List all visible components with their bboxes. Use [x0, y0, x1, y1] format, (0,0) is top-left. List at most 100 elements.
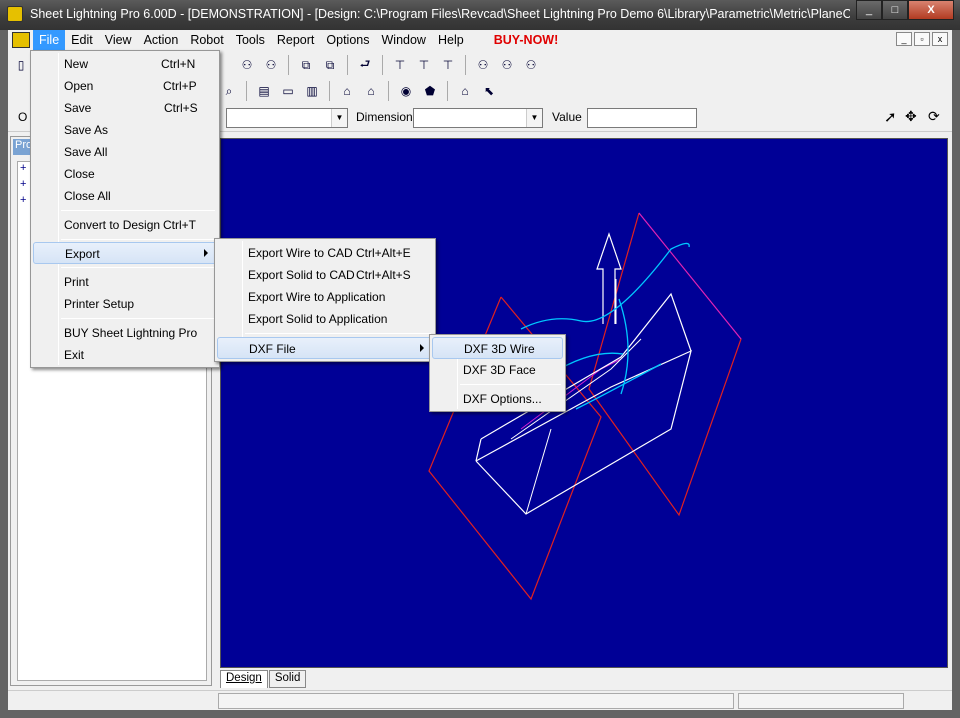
maximize-button[interactable]: □: [882, 0, 908, 20]
up-arrow: [596, 232, 622, 324]
design-canvas[interactable]: [220, 138, 948, 668]
menu-item-label: Export Wire to Application: [248, 290, 386, 304]
view-front-icon[interactable]: ⌂: [336, 80, 358, 102]
paste-icon[interactable]: ⧉: [319, 54, 341, 76]
menu-item-export-wire-cad[interactable]: Export Wire to CAD Ctrl+Alt+E: [217, 242, 433, 264]
menu-help[interactable]: Help: [432, 30, 470, 50]
menu-item-convert[interactable]: Convert to Design Ctrl+T: [33, 214, 217, 236]
rotation-arrow-3: [575, 363, 662, 410]
close-button[interactable]: X: [908, 0, 954, 20]
document-icon[interactable]: [12, 32, 30, 48]
menu-item-export-wire-app[interactable]: Export Wire to Application: [217, 286, 433, 308]
mdi-close-button[interactable]: x: [932, 32, 948, 46]
window-title: Sheet Lightning Pro 6.00D - [DEMONSTRATI…: [30, 7, 850, 21]
dimension-combo[interactable]: ▼: [413, 108, 543, 128]
menu-item-close[interactable]: Close: [33, 163, 217, 185]
menu-edit[interactable]: Edit: [65, 30, 99, 50]
menu-item-export-solid-cad[interactable]: Export Solid to CAD Ctrl+Alt+S: [217, 264, 433, 286]
layers-icon[interactable]: ▤: [253, 80, 275, 102]
toolbar-separator: [388, 81, 389, 101]
title-bar[interactable]: Sheet Lightning Pro 6.00D - [DEMONSTRATI…: [0, 0, 960, 30]
tree3-icon[interactable]: ⊤: [437, 54, 459, 76]
mdi-minimize-button[interactable]: _: [896, 32, 912, 46]
group2-icon[interactable]: ⚇: [260, 54, 282, 76]
menu-item-dxf-3d-wire[interactable]: DXF 3D Wire: [432, 337, 563, 359]
toolbar-separator: [288, 55, 289, 75]
toolbar-view: ⌕ ▤ ▭ ▥ ⌂ ⌂ ◉ ⬟ ⌂ ⬉: [218, 78, 500, 104]
view-top-icon[interactable]: ◉: [395, 80, 417, 102]
menu-item-close-all[interactable]: Close All: [33, 185, 217, 207]
parameter-combo[interactable]: ▼: [226, 108, 348, 128]
menu-item-dxf-3d-face[interactable]: DXF 3D Face: [432, 359, 563, 381]
app-icon[interactable]: [7, 6, 23, 22]
menu-item-save-as[interactable]: Save As: [33, 119, 217, 141]
menu-item-dxf-options[interactable]: DXF Options...: [432, 388, 563, 410]
value-label: Value: [552, 110, 582, 124]
menu-options[interactable]: Options: [320, 30, 375, 50]
menu-item-exit[interactable]: Exit: [33, 344, 217, 366]
menu-view[interactable]: View: [99, 30, 138, 50]
copy-icon[interactable]: ⧉: [295, 54, 317, 76]
mdi-restore-button[interactable]: ▫: [914, 32, 930, 46]
view-iso-icon[interactable]: ⌂: [454, 80, 476, 102]
node2-icon[interactable]: ⚇: [496, 54, 518, 76]
rotate-icon[interactable]: ⟳: [928, 108, 940, 125]
menu-item-printer-setup[interactable]: Printer Setup: [33, 293, 217, 315]
tree2-icon[interactable]: ⊤: [413, 54, 435, 76]
menu-report[interactable]: Report: [271, 30, 321, 50]
tree-icon[interactable]: ⊤: [389, 54, 411, 76]
view-iso2-icon[interactable]: ⬉: [478, 80, 500, 102]
menu-action[interactable]: Action: [138, 30, 185, 50]
chevron-down-icon[interactable]: ▼: [331, 109, 347, 127]
move-icon[interactable]: ✥: [905, 108, 917, 125]
tab-solid[interactable]: Solid: [268, 670, 307, 688]
node-icon[interactable]: ⚇: [472, 54, 494, 76]
menu-item-dxf-file[interactable]: DXF File: [217, 337, 433, 359]
minimize-button[interactable]: _: [856, 0, 882, 20]
chevron-down-icon[interactable]: ▼: [526, 109, 542, 127]
zoom-icon[interactable]: ⌕: [218, 80, 240, 102]
view-bottom-icon[interactable]: ⬟: [419, 80, 441, 102]
menu-item-buy[interactable]: BUY Sheet Lightning Pro: [33, 322, 217, 344]
node3-icon[interactable]: ⚇: [520, 54, 542, 76]
menu-item-print[interactable]: Print: [33, 271, 217, 293]
mdi-buttons: _ ▫ x: [896, 32, 948, 46]
menu-item-label: Open: [64, 79, 94, 93]
menu-window[interactable]: Window: [376, 30, 432, 50]
menu-item-shortcut: Ctrl+P: [163, 79, 197, 93]
menu-tools[interactable]: Tools: [230, 30, 271, 50]
menu-robot[interactable]: Robot: [184, 30, 229, 50]
menu-item-save-all[interactable]: Save All: [33, 141, 217, 163]
menu-item-shortcut: Ctrl+T: [163, 218, 196, 232]
status-cell-secondary: [738, 693, 904, 709]
view-back-icon[interactable]: ⌂: [360, 80, 382, 102]
menu-item-shortcut: Ctrl+S: [164, 101, 198, 115]
menu-item-shortcut: Ctrl+N: [161, 57, 196, 71]
split-v-icon[interactable]: ▥: [301, 80, 323, 102]
menu-item-label: Exit: [64, 348, 85, 362]
menu-item-export-solid-app[interactable]: Export Solid to Application: [217, 308, 433, 330]
split-h-icon[interactable]: ▭: [277, 80, 299, 102]
toolbar-separator: [465, 55, 466, 75]
menu-separator: [245, 333, 431, 334]
menu-item-label: Close All: [64, 189, 111, 203]
menu-item-open[interactable]: Open Ctrl+P: [33, 75, 217, 97]
menu-item-label: DXF Options...: [463, 392, 542, 406]
toolbar-separator: [246, 81, 247, 101]
menu-item-save[interactable]: Save Ctrl+S: [33, 97, 217, 119]
value-field[interactable]: [587, 108, 697, 128]
return-icon[interactable]: ⮐: [354, 54, 376, 76]
rotation-arrow: [520, 242, 690, 330]
menu-item-new[interactable]: New Ctrl+N: [33, 53, 217, 75]
menu-item-label: Export: [65, 247, 100, 261]
new-icon[interactable]: ▯: [10, 54, 32, 76]
menu-item-export[interactable]: Export: [33, 242, 217, 264]
pointer-icon[interactable]: ➚: [884, 108, 897, 126]
menu-item-shortcut: Ctrl+Alt+S: [356, 268, 411, 282]
tab-design[interactable]: Design: [220, 670, 268, 688]
menu-file[interactable]: File: [33, 30, 66, 50]
buy-now-link[interactable]: BUY-NOW!: [488, 30, 565, 50]
box-edge: [475, 438, 482, 462]
submenu-arrow-icon: [420, 344, 424, 352]
group-icon[interactable]: ⚇: [236, 54, 258, 76]
